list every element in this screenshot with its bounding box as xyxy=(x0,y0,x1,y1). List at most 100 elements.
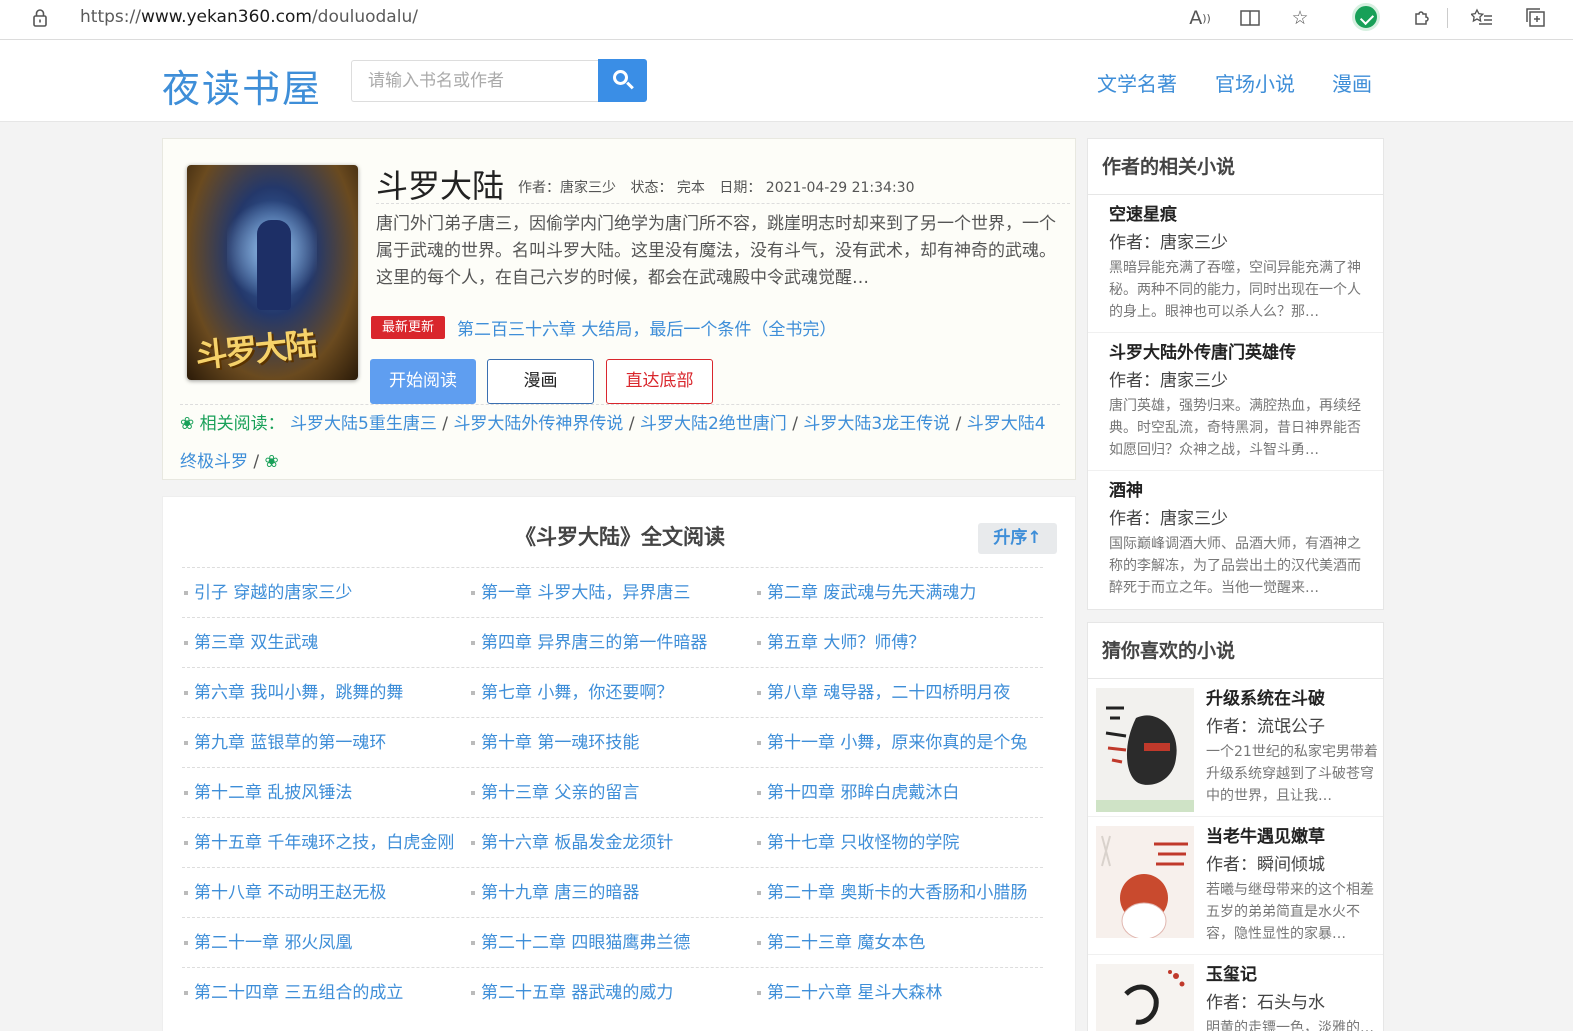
chapter-row: 第三章 双生武魂 第四章 异界唐三的第一件暗器 第五章 大师？师傅？ xyxy=(182,617,1043,667)
chapter-link[interactable]: 第四章 异界唐三的第一件暗器 xyxy=(469,618,707,668)
nav-literature[interactable]: 文学名著 xyxy=(1097,68,1177,97)
author-novels-heading: 作者的相关小说 xyxy=(1088,139,1383,195)
author-novel-item[interactable]: 斗罗大陆外传唐门英雄传 作者：唐家三少 唐门英雄，强势归来。满腔热血，再续经典。… xyxy=(1088,333,1383,471)
novel-desc: 国际巅峰调酒大师、品酒大师，有酒神之称的李解冻，为了品尝出土的汉代美酒而醉死于而… xyxy=(1109,536,1361,596)
chapter-link[interactable]: 第十七章 只收怪物的学院 xyxy=(755,818,959,868)
read-aloud-icon[interactable]: A)) xyxy=(1186,4,1214,32)
extensions-puzzle-icon[interactable] xyxy=(1408,4,1436,32)
recommended-novels-box: 猜你喜欢的小说 升级系统在斗破 作者：流氓公子 一个21世纪的私家宅男带着升级系… xyxy=(1087,622,1384,1031)
chapter-link[interactable]: 第十章 第一魂环技能 xyxy=(469,718,639,768)
novel-cover[interactable] xyxy=(1096,964,1194,1031)
recommended-item[interactable]: 玉玺记 作者：石头与水 明黄的走镖一色，淡雅的… xyxy=(1088,955,1383,1031)
url-text: https://www.yekan360.com/douluodalu/ xyxy=(80,7,418,27)
search-button[interactable] xyxy=(598,59,647,102)
chapter-link[interactable]: 第六章 我叫小舞，跳舞的舞 xyxy=(182,668,403,718)
comic-button[interactable]: 漫画 xyxy=(487,359,594,404)
novel-desc: 黑暗异能充满了吞噬，空间异能充满了神秘。两种不同的能力，同时出现在一个人的身上。… xyxy=(1109,260,1361,320)
address-bar[interactable]: https://www.yekan360.com/douluodalu/ xyxy=(12,2,1328,34)
novel-author: 作者：流氓公子 xyxy=(1206,717,1325,737)
related-link[interactable]: 斗罗大陆3龙王传说 xyxy=(803,414,950,434)
chapter-link[interactable]: 第十六章 板晶发金龙须针 xyxy=(469,818,673,868)
novel-cover[interactable] xyxy=(1096,826,1194,950)
cover-title-art: 斗罗大陆 xyxy=(193,324,317,376)
related-link[interactable]: 斗罗大陆5重生唐三 xyxy=(290,414,437,434)
chapter-list-panel: 《斗罗大陆》全文阅读 升序↑ 引子 穿越的唐家三少 第一章 斗罗大陆，异界唐三 … xyxy=(162,496,1076,1031)
chapter-link[interactable]: 第十一章 小舞，原来你真的是个兔 xyxy=(755,718,1027,768)
book-intro: 唐门外门弟子唐三，因偷学内门绝学为唐门所不容，跳崖明志时却来到了另一个世界，一个… xyxy=(376,214,1056,288)
chapter-link[interactable]: 第八章 魂导器，二十四桥明月夜 xyxy=(755,668,1010,718)
reader-view-icon[interactable] xyxy=(1236,4,1264,32)
chapter-link[interactable]: 第十八章 不动明王赵无极 xyxy=(182,868,386,918)
latest-badge: 最新更新 xyxy=(371,316,445,339)
chapter-link[interactable]: 第二十五章 器武魂的威力 xyxy=(469,968,673,1018)
recommended-item[interactable]: 当老牛遇见嫩草 作者：瞬间倾城 若曦与继母带来的这个相差五岁的弟弟简直是水火不容… xyxy=(1088,817,1383,955)
related-lead: ❀ 相关阅读： xyxy=(180,414,285,434)
chapter-link[interactable]: 第十四章 邪眸白虎戴沐白 xyxy=(755,768,959,818)
novel-title[interactable]: 当老牛遇见嫩草 xyxy=(1206,823,1378,851)
related-link[interactable]: 斗罗大陆外传神界传说 xyxy=(453,414,623,434)
novel-title[interactable]: 空速星痕 xyxy=(1109,201,1373,229)
novel-title[interactable]: 酒神 xyxy=(1109,477,1373,505)
chapter-row: 第十二章 乱披风锤法 第十三章 父亲的留言 第十四章 邪眸白虎戴沐白 xyxy=(182,767,1043,817)
chapter-link[interactable]: 第五章 大师？师傅？ xyxy=(755,618,925,668)
chapter-link[interactable]: 第二十六章 星斗大森林 xyxy=(755,968,942,1018)
book-status: 状态： 完本 xyxy=(630,180,705,196)
go-bottom-button[interactable]: 直达底部 xyxy=(606,359,713,404)
author-novel-item[interactable]: 酒神 作者：唐家三少 国际巅峰调酒大师、品酒大师，有酒神之称的李解冻，为了品尝出… xyxy=(1088,471,1383,609)
chapter-link[interactable]: 引子 穿越的唐家三少 xyxy=(182,568,352,618)
novel-desc: 唐门英雄，强势归来。满腔热血，再续经典。时空乱流，奇特黑洞，昔日神界能否如愿回归… xyxy=(1109,398,1361,458)
related-link[interactable]: 斗罗大陆2绝世唐门 xyxy=(640,414,787,434)
chapter-link[interactable]: 第七章 小舞，你还要啊？ xyxy=(469,668,673,718)
chapter-link[interactable]: 第二十一章 邪火凤凰 xyxy=(182,918,352,968)
chapter-link[interactable]: 第十二章 乱披风锤法 xyxy=(182,768,352,818)
chapter-link[interactable]: 第二十二章 四眼猫鹰弗兰德 xyxy=(469,918,690,968)
nav-comics[interactable]: 漫画 xyxy=(1332,68,1372,97)
chapter-link[interactable]: 第三章 双生武魂 xyxy=(182,618,318,668)
start-reading-button[interactable]: 开始阅读 xyxy=(370,359,476,404)
book-info-panel: 斗罗大陆 斗罗大陆 作者：唐家三少 状态： 完本 日期： 2021-04-29 … xyxy=(162,138,1076,480)
search-input[interactable]: 请输入书名或作者 xyxy=(351,60,599,102)
chapter-list-title: 《斗罗大陆》全文阅读 xyxy=(515,525,725,549)
novel-author: 作者：唐家三少 xyxy=(1109,371,1228,391)
recommended-heading: 猜你喜欢的小说 xyxy=(1088,623,1383,679)
book-cover[interactable]: 斗罗大陆 xyxy=(187,165,358,380)
browser-toolbar: https://www.yekan360.com/douluodalu/ A))… xyxy=(0,0,1573,40)
site-logo[interactable]: 夜读书屋 xyxy=(162,58,322,113)
chapter-link[interactable]: 第二十四章 三五组合的成立 xyxy=(182,968,403,1018)
chapter-link[interactable]: 第二章 废武魂与先天满魂力 xyxy=(755,568,976,618)
chapter-row: 第二十一章 邪火凤凰 第二十二章 四眼猫鹰弗兰德 第二十三章 魔女本色 xyxy=(182,917,1043,967)
author-novels-box: 作者的相关小说 空速星痕 作者：唐家三少 黑暗异能充满了吞噬，空间异能充满了神秘… xyxy=(1087,138,1384,610)
chapter-link[interactable]: 第九章 蓝银草的第一魂环 xyxy=(182,718,386,768)
chapter-row: 第十五章 千年魂环之技，白虎金刚 第十六章 板晶发金龙须针 第十七章 只收怪物的… xyxy=(182,817,1043,867)
divider xyxy=(376,203,1070,204)
nav-officialdom-novels[interactable]: 官场小说 xyxy=(1215,68,1295,97)
chapter-link[interactable]: 第十三章 父亲的留言 xyxy=(469,768,639,818)
novel-title[interactable]: 斗罗大陆外传唐门英雄传 xyxy=(1109,339,1373,367)
novel-author: 作者：唐家三少 xyxy=(1109,509,1228,529)
novel-author: 作者：石头与水 xyxy=(1206,993,1325,1013)
novel-title[interactable]: 升级系统在斗破 xyxy=(1206,685,1378,713)
chapter-row: 第十八章 不动明王赵无极 第十九章 唐三的暗器 第二十章 奥斯卡的大香肠和小腊肠 xyxy=(182,867,1043,917)
novel-cover[interactable] xyxy=(1096,688,1194,812)
novel-title[interactable]: 玉玺记 xyxy=(1206,961,1378,989)
chapter-link[interactable]: 第十九章 唐三的暗器 xyxy=(469,868,639,918)
chapter-link[interactable]: 第二十章 奥斯卡的大香肠和小腊肠 xyxy=(755,868,1027,918)
recommended-item[interactable]: 升级系统在斗破 作者：流氓公子 一个21世纪的私家宅男带着升级系统穿越到了斗破苍… xyxy=(1088,679,1383,817)
latest-chapter-link[interactable]: 第二百三十六章 大结局，最后一个条件（全书完） xyxy=(457,315,836,340)
chapter-link[interactable]: 第二十三章 魔女本色 xyxy=(755,918,925,968)
author-novel-item[interactable]: 空速星痕 作者：唐家三少 黑暗异能充满了吞噬，空间异能充满了神秘。两种不同的能力… xyxy=(1088,195,1383,333)
novel-author: 作者：唐家三少 xyxy=(1109,233,1228,253)
lock-icon xyxy=(33,9,47,27)
chapter-row: 引子 穿越的唐家三少 第一章 斗罗大陆，异界唐三 第二章 废武魂与先天满魂力 xyxy=(182,567,1043,617)
favorite-star-icon[interactable]: ☆ xyxy=(1286,4,1314,32)
novel-desc: 一个21世纪的私家宅男带着升级系统穿越到了斗破苍穹中的世界，且让我… xyxy=(1206,744,1378,804)
chapter-row: 第六章 我叫小舞，跳舞的舞 第七章 小舞，你还要啊？ 第八章 魂导器，二十四桥明… xyxy=(182,667,1043,717)
collections-icon[interactable] xyxy=(1522,4,1550,32)
chapter-link[interactable]: 第一章 斗罗大陆，异界唐三 xyxy=(469,568,690,618)
chapter-link[interactable]: 第十五章 千年魂环之技，白虎金刚 xyxy=(182,818,454,868)
book-author: 作者：唐家三少 xyxy=(518,180,616,196)
extension-icon[interactable] xyxy=(1352,3,1380,31)
sort-ascending-button[interactable]: 升序↑ xyxy=(978,523,1057,554)
related-reading: ❀ 相关阅读： 斗罗大陆5重生唐三 / 斗罗大陆外传神界传说 / 斗罗大陆2绝世… xyxy=(180,414,1046,472)
favorites-list-icon[interactable] xyxy=(1468,4,1496,32)
